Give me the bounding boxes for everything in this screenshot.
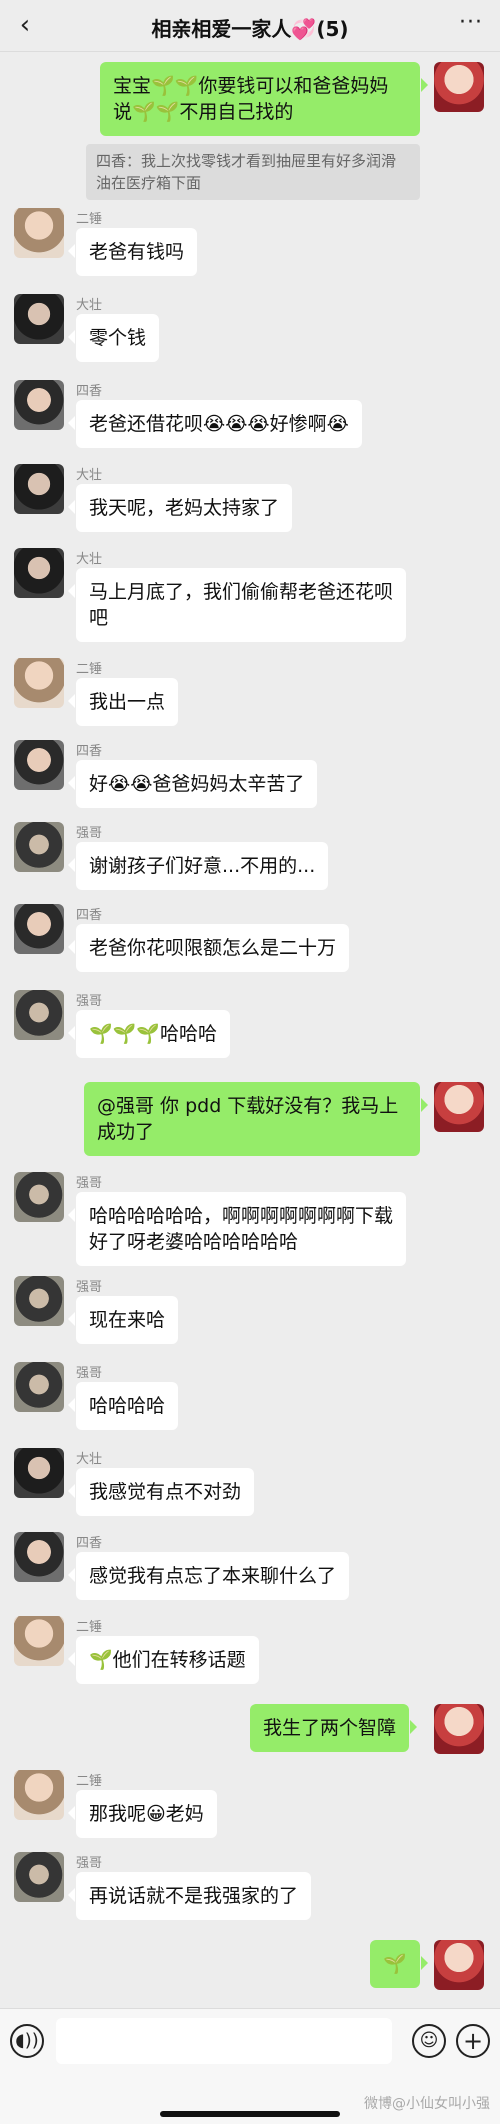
avatar[interactable]: [14, 1852, 64, 1902]
avatar[interactable]: [14, 990, 64, 1040]
sender-name: 二锤: [76, 662, 103, 677]
back-icon[interactable]: ‹: [10, 11, 40, 41]
sender-name: 大壮: [76, 298, 103, 313]
chat-header: ‹ 相亲相爱一家人💞(5) ···: [0, 0, 500, 52]
message-bubble[interactable]: 我出一点: [67, 678, 179, 726]
avatar[interactable]: [14, 904, 64, 954]
sender-name: 强哥: [76, 1856, 103, 1871]
sender-name: 四香: [76, 384, 103, 399]
message-bubble[interactable]: 🌱🌱🌱哈哈哈: [68, 1010, 230, 1058]
message-bubble[interactable]: 宝宝🌱🌱你要钱可以和爸爸妈妈说🌱🌱不用自己找的: [100, 62, 428, 136]
message-bubble[interactable]: 老爸还借花呗😭😭😭好惨啊😭: [68, 400, 362, 448]
more-icon[interactable]: ···: [456, 10, 486, 40]
emoji-icon[interactable]: ☺: [412, 2024, 446, 2058]
sender-name: 二锤: [76, 212, 103, 227]
message-bubble[interactable]: 老爸有钱吗: [67, 228, 198, 276]
avatar[interactable]: [434, 1704, 484, 1754]
sender-name: 强哥: [76, 994, 103, 1009]
sender-name: 大壮: [76, 1452, 103, 1467]
avatar[interactable]: [14, 740, 64, 790]
message-bubble[interactable]: 我感觉有点不对劲: [67, 1468, 255, 1516]
chat-area: 宝宝🌱🌱你要钱可以和爸爸妈妈说🌱🌱不用自己找的 四香：我上次找零钱才看到抽屉里有…: [0, 52, 500, 2008]
sender-name: 大壮: [76, 552, 103, 567]
message-input[interactable]: [56, 2018, 392, 2064]
home-indicator: [160, 2111, 340, 2117]
avatar[interactable]: [14, 208, 64, 258]
avatar[interactable]: [14, 1448, 64, 1498]
sender-name: 强哥: [76, 1176, 103, 1191]
avatar[interactable]: [14, 1532, 64, 1582]
watermark: 微博@小仙女叫小强: [364, 2096, 490, 2112]
avatar[interactable]: [14, 1616, 64, 1666]
message-bubble[interactable]: 好😭😭爸爸妈妈太辛苦了: [67, 760, 318, 808]
chat-title: 相亲相爱一家人💞(5): [151, 17, 349, 41]
quoted-message[interactable]: 四香：我上次找零钱才看到抽屉里有好多润滑油在医疗箱下面: [86, 144, 420, 200]
avatar[interactable]: [14, 464, 64, 514]
sender-name: 二锤: [76, 1774, 103, 1789]
avatar[interactable]: [14, 380, 64, 430]
message-bubble[interactable]: 感觉我有点忘了本来聊什么了: [67, 1552, 350, 1600]
avatar[interactable]: [14, 658, 64, 708]
sender-name: 强哥: [76, 1280, 103, 1295]
message-bubble[interactable]: 老爸你花呗限额怎么是二十万: [67, 924, 350, 972]
message-bubble[interactable]: 零个钱: [67, 314, 160, 362]
avatar[interactable]: [14, 1172, 64, 1222]
plus-icon[interactable]: +: [456, 2024, 490, 2058]
message-bubble[interactable]: 我天呢，老妈太持家了: [67, 484, 293, 532]
message-bubble[interactable]: 现在来哈: [67, 1296, 179, 1344]
avatar[interactable]: [14, 294, 64, 344]
avatar[interactable]: [434, 62, 484, 112]
chat-input-bar: ◖)) ☺ + 微博@小仙女叫小强: [0, 2008, 500, 2124]
sender-name: 四香: [76, 1536, 103, 1551]
avatar[interactable]: [14, 548, 64, 598]
message-bubble[interactable]: 再说话就不是我强家的了: [67, 1872, 312, 1920]
sender-name: 二锤: [76, 1620, 103, 1635]
sender-name: 强哥: [76, 1366, 103, 1381]
message-bubble[interactable]: 🌱: [370, 1940, 428, 1988]
message-bubble[interactable]: 🌱他们在转移话题: [68, 1636, 259, 1684]
sender-name: 四香: [76, 744, 103, 759]
avatar[interactable]: [14, 1276, 64, 1326]
avatar[interactable]: [14, 822, 64, 872]
voice-icon[interactable]: ◖)): [10, 2024, 44, 2058]
avatar[interactable]: [14, 1362, 64, 1412]
message-bubble[interactable]: 哈哈哈哈: [67, 1382, 179, 1430]
message-bubble[interactable]: 哈哈哈哈哈哈，啊啊啊啊啊啊啊下载好了呀老婆哈哈哈哈哈哈: [68, 1192, 406, 1266]
avatar[interactable]: [434, 1082, 484, 1132]
message-bubble[interactable]: 谢谢孩子们好意...不用的...: [67, 842, 329, 890]
avatar[interactable]: [434, 1940, 484, 1990]
message-bubble[interactable]: 那我呢😀老妈: [68, 1790, 217, 1838]
message-bubble[interactable]: @强哥 你 pdd 下载好没有？我马上成功了: [84, 1082, 428, 1156]
message-bubble[interactable]: 我生了两个智障: [250, 1704, 418, 1752]
avatar[interactable]: [14, 1770, 64, 1820]
message-bubble[interactable]: 马上月底了，我们偷偷帮老爸还花呗吧: [68, 568, 406, 642]
sender-name: 大壮: [76, 468, 103, 483]
sender-name: 强哥: [76, 826, 103, 841]
sender-name: 四香: [76, 908, 103, 923]
